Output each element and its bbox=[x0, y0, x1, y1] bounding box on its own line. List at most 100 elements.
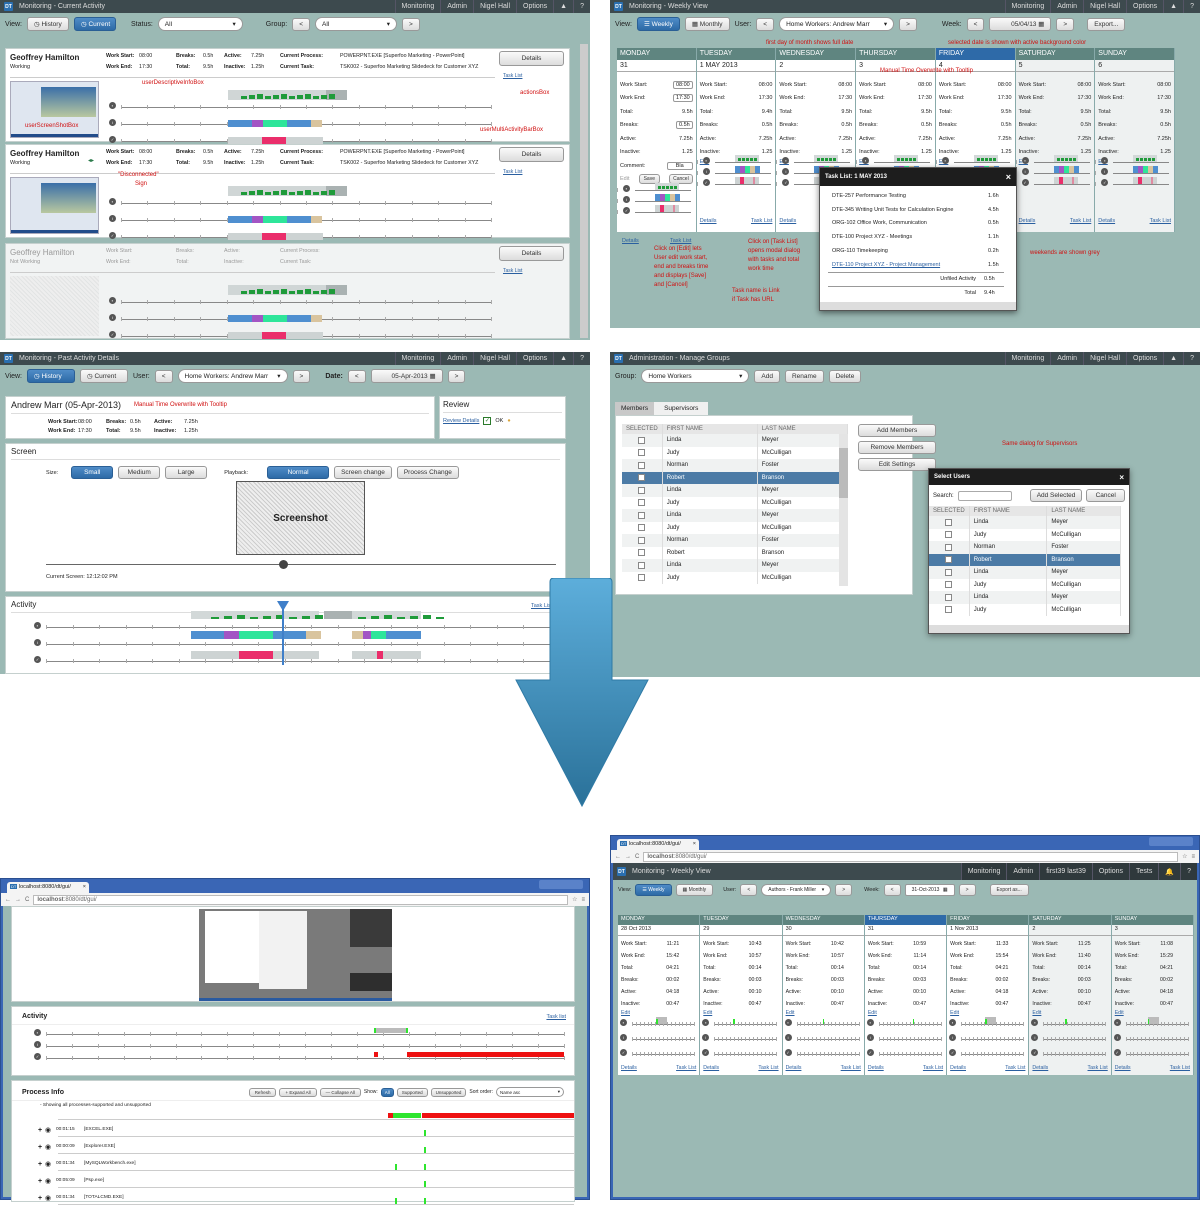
details-link[interactable]: Details bbox=[622, 238, 639, 244]
show-all-button[interactable]: All bbox=[380, 1087, 394, 1097]
user-next-button[interactable]: > bbox=[899, 17, 917, 31]
details-link[interactable]: Details bbox=[1115, 1065, 1131, 1071]
table-row[interactable]: Robert Branson bbox=[929, 553, 1121, 566]
sort-select[interactable]: Name asc ▾ bbox=[496, 1087, 564, 1097]
window-controls[interactable] bbox=[1149, 837, 1193, 846]
details-button[interactable]: Details bbox=[499, 246, 564, 261]
date-next-button[interactable]: > bbox=[447, 369, 466, 383]
delete-button[interactable]: Delete bbox=[828, 369, 862, 383]
nav-monitoring[interactable]: Monitoring bbox=[394, 352, 441, 365]
table-row[interactable]: Linda Meyer bbox=[929, 566, 1121, 579]
details-button[interactable]: Details bbox=[499, 51, 564, 66]
nav-admin[interactable]: Admin bbox=[1006, 863, 1039, 880]
eye-icon[interactable]: ◉ bbox=[45, 1160, 51, 1168]
forward-icon[interactable]: → bbox=[625, 854, 631, 860]
help-icon[interactable]: ? bbox=[1180, 863, 1197, 880]
table-row[interactable]: Linda Meyer bbox=[622, 559, 849, 572]
day-header[interactable]: MONDAY bbox=[618, 915, 700, 925]
table-row[interactable]: Linda Meyer bbox=[929, 516, 1121, 529]
column-header[interactable]: LAST NAME bbox=[757, 424, 849, 434]
help-icon[interactable]: ? bbox=[573, 352, 590, 365]
tab-members[interactable]: Members bbox=[615, 402, 655, 415]
row-checkbox[interactable] bbox=[638, 499, 646, 507]
row-checkbox[interactable] bbox=[638, 536, 646, 544]
menu-icon[interactable]: ≡ bbox=[581, 897, 585, 903]
table-row[interactable]: Judy McCulligan bbox=[622, 496, 849, 509]
details-link[interactable]: Details bbox=[779, 218, 796, 224]
user-name[interactable]: Geoffrey Hamilton bbox=[10, 248, 74, 257]
alert-icon[interactable]: ▲ bbox=[553, 0, 573, 13]
details-link[interactable]: Details bbox=[1098, 218, 1115, 224]
task-list-link[interactable]: Task List bbox=[1088, 1065, 1108, 1071]
task-list-link[interactable]: Task List bbox=[758, 1065, 778, 1071]
row-checkbox[interactable] bbox=[945, 568, 953, 576]
task-list-link[interactable]: Task List bbox=[503, 169, 522, 175]
nav-admin[interactable]: Admin bbox=[440, 0, 473, 13]
nav-user[interactable]: Nigel Hall bbox=[1083, 0, 1126, 13]
current-button[interactable]: ◷ Current bbox=[80, 369, 128, 383]
details-link[interactable]: Details bbox=[786, 1065, 802, 1071]
row-checkbox[interactable] bbox=[638, 561, 646, 569]
table-row[interactable]: Judy McCulligan bbox=[622, 571, 849, 584]
user-select[interactable]: Home Workers: Andrew Marr ▾ bbox=[779, 17, 895, 31]
user-prev-button[interactable]: < bbox=[740, 884, 758, 896]
export-button[interactable]: Export... bbox=[1087, 17, 1126, 31]
review-details-link[interactable]: Review Details bbox=[443, 418, 479, 424]
group-select[interactable]: All ▾ bbox=[315, 17, 397, 31]
refresh-button[interactable]: Refresh bbox=[248, 1087, 277, 1097]
window-controls[interactable] bbox=[539, 880, 583, 889]
eye-icon[interactable]: ◉ bbox=[45, 1177, 51, 1185]
row-checkbox[interactable] bbox=[945, 531, 953, 539]
task-list-link[interactable]: Task List bbox=[923, 1065, 943, 1071]
nav-options[interactable]: Options bbox=[516, 352, 553, 365]
column-header[interactable]: SELECTED bbox=[622, 424, 663, 434]
work-start-value[interactable]: 08:00 bbox=[672, 80, 693, 89]
row-checkbox[interactable] bbox=[638, 549, 646, 557]
details-button[interactable]: Details bbox=[499, 147, 564, 162]
back-icon[interactable]: ← bbox=[5, 897, 11, 903]
add-button[interactable]: Add bbox=[754, 369, 780, 383]
slider-handle[interactable] bbox=[279, 560, 288, 569]
table-row[interactable]: Robert Branson bbox=[622, 471, 849, 484]
expand-all-button[interactable]: + Expand All bbox=[279, 1087, 317, 1097]
row-checkbox[interactable] bbox=[638, 474, 646, 482]
star-icon[interactable]: ☆ bbox=[1182, 853, 1187, 860]
week-next-button[interactable]: > bbox=[1056, 17, 1075, 31]
table-row[interactable]: Linda Meyer bbox=[622, 509, 849, 522]
monthly-button[interactable]: ▦ Monthly bbox=[675, 884, 714, 896]
browser-tab[interactable]: DT localhost:8080/dt/gui/ × bbox=[617, 839, 699, 850]
day-header[interactable]: SATURDAY bbox=[1015, 48, 1095, 60]
task-list-link[interactable]: Task List bbox=[841, 1065, 861, 1071]
day-header[interactable]: FRIDAY bbox=[935, 48, 1015, 60]
eye-icon[interactable]: ◉ bbox=[45, 1126, 51, 1134]
nav-monitoring[interactable]: Monitoring bbox=[1004, 0, 1051, 13]
table-row[interactable]: Judy McCulligan bbox=[622, 521, 849, 534]
user-screenshot[interactable] bbox=[10, 81, 99, 138]
day-header[interactable]: WEDNESDAY bbox=[782, 915, 864, 925]
table-row[interactable]: Norman Foster bbox=[929, 541, 1121, 554]
edit-link[interactable]: Edit bbox=[865, 1010, 946, 1020]
address-bar[interactable]: localhost:8080/dt/gui/ bbox=[643, 851, 1179, 862]
row-checkbox[interactable] bbox=[638, 486, 646, 494]
week-next-button[interactable]: > bbox=[958, 884, 976, 896]
expand-icon[interactable]: + bbox=[38, 1195, 42, 1202]
expand-icon[interactable]: + bbox=[38, 1178, 42, 1185]
browser-tab[interactable]: DT localhost:8080/dt/gui/ × bbox=[7, 882, 89, 893]
forward-icon[interactable]: → bbox=[15, 897, 21, 903]
details-link[interactable]: Details bbox=[700, 218, 717, 224]
reload-icon[interactable]: C bbox=[25, 897, 29, 903]
user-next-button[interactable]: > bbox=[292, 369, 311, 383]
user-prev-button[interactable]: < bbox=[756, 17, 775, 31]
column-header[interactable]: FIRST NAME bbox=[662, 424, 758, 434]
nav-user[interactable]: Nigel Hall bbox=[1083, 352, 1126, 365]
details-link[interactable]: Details bbox=[950, 1065, 966, 1071]
monthly-button[interactable]: ▦ Monthly bbox=[684, 17, 730, 31]
edit-settings-button[interactable]: Edit Settings bbox=[858, 458, 936, 471]
playback-slider[interactable] bbox=[46, 564, 556, 565]
week-input[interactable]: 05/04/13 ▦ bbox=[989, 17, 1052, 31]
tab-supervisors[interactable]: Supervisors bbox=[654, 402, 709, 415]
row-checkbox[interactable] bbox=[638, 449, 646, 457]
day-header[interactable]: FRIDAY bbox=[947, 915, 1029, 925]
cancel-button[interactable]: Cancel bbox=[1086, 489, 1125, 502]
task-list-link[interactable]: Task List bbox=[670, 238, 691, 244]
